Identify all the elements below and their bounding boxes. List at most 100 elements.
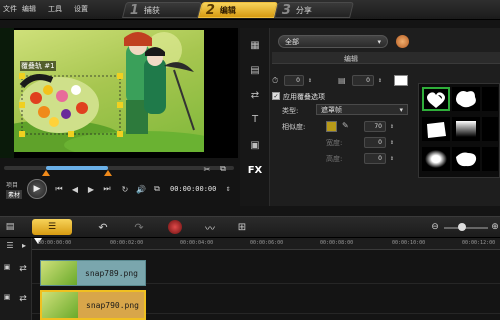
batch-convert-icon[interactable]: ⊞ — [234, 220, 250, 234]
value-field-2[interactable]: 0 — [352, 75, 374, 86]
mark-in-handle[interactable] — [42, 170, 50, 176]
heart-mask-icon — [427, 92, 445, 108]
tab-edit[interactable]: 编辑 — [344, 54, 358, 64]
title-icon[interactable]: T — [246, 112, 264, 126]
scissors-icon[interactable]: ✂ — [202, 164, 212, 174]
media-icon[interactable]: ▦ — [246, 38, 264, 52]
preview-illustration — [14, 32, 204, 152]
step-tab-capture[interactable]: 1 捕获 — [122, 2, 202, 18]
chapter-icon[interactable]: ▸ — [18, 240, 30, 250]
type-value: 遮罩帧 — [321, 105, 342, 114]
paint-palette-icon[interactable] — [168, 220, 182, 234]
value-1: 0 — [296, 77, 300, 84]
border-icon: ▤ — [338, 76, 346, 85]
library-options-icon[interactable] — [396, 35, 409, 48]
step-forward-icon[interactable]: ▶ — [86, 184, 96, 194]
storyboard-view-button[interactable]: ☰ — [32, 219, 72, 235]
mask-brush[interactable] — [452, 147, 480, 171]
preview-image — [14, 30, 204, 152]
category-dropdown[interactable]: 全部 ▾ — [278, 35, 388, 48]
eyedropper-icon[interactable]: ✎ — [342, 121, 349, 130]
filter-icon[interactable]: FX — [246, 163, 264, 177]
type-label: 类型: — [282, 107, 299, 115]
timecode-display[interactable]: 00:00:00:00 — [170, 185, 216, 193]
chevron-down-icon: ▾ — [377, 37, 381, 46]
step-number: 2 — [206, 2, 216, 18]
apply-overlay-label: 应用覆叠选项 — [283, 93, 325, 101]
similarity-field[interactable]: 70 — [364, 121, 386, 132]
menu-tools[interactable]: 工具 — [48, 4, 62, 14]
apply-overlay-checkbox[interactable]: ✓ — [272, 92, 280, 100]
ruler-tick: 00:00:06:00 — [250, 240, 284, 246]
width-stepper[interactable]: ⇕ — [388, 137, 396, 148]
width-value: 0 — [378, 139, 382, 146]
loop-icon[interactable]: ↻ — [120, 184, 130, 194]
video-track-icon: ⇄ — [19, 264, 27, 274]
menu-edit[interactable]: 编辑 — [22, 4, 36, 14]
instant-project-icon[interactable]: ▤ — [246, 63, 264, 77]
zoom-in-icon[interactable]: ⊕ — [490, 222, 500, 232]
snapshot-icon[interactable]: ⧉ — [152, 184, 162, 194]
audio-mixer-icon[interactable]: 〰 — [202, 220, 218, 235]
undo-icon[interactable]: ↶ — [96, 220, 110, 234]
volume-icon[interactable]: 🔊 — [136, 184, 146, 194]
splash-mask-icon — [456, 91, 476, 108]
timecode-stepper[interactable]: ⇕ — [224, 182, 232, 196]
mask-partial[interactable] — [482, 147, 498, 171]
preview-border — [0, 28, 14, 158]
step-tab-share[interactable]: 3 分享 — [274, 2, 354, 18]
mask-oval-glow[interactable] — [422, 147, 450, 171]
value-2-stepper[interactable]: ⇕ — [376, 75, 384, 86]
mask-partial[interactable] — [482, 117, 498, 141]
redo-icon[interactable]: ↷ — [132, 220, 146, 234]
transition-icon[interactable]: ⇄ — [246, 88, 264, 102]
menu-file[interactable]: 文件 — [3, 4, 17, 14]
mask-splash[interactable] — [452, 87, 480, 111]
graphic-icon[interactable]: ▣ — [246, 138, 264, 152]
height-field[interactable]: 0 — [364, 153, 386, 164]
track-visibility-icon[interactable]: ▣ — [2, 262, 12, 272]
timeline-toolbar — [0, 216, 500, 238]
track-manager-icon[interactable]: ☰ — [4, 240, 16, 250]
preview-border — [204, 28, 238, 158]
duration-icon: ⏱ — [272, 76, 279, 85]
zoom-slider[interactable] — [444, 227, 488, 229]
timeline-clip[interactable]: snap789.png — [40, 260, 146, 286]
timeline-view-icon[interactable]: ▤ — [4, 221, 16, 233]
storyboard-icon: ☰ — [47, 222, 57, 232]
check-icon: ✓ — [273, 92, 279, 100]
similarity-color-swatch[interactable] — [326, 121, 337, 132]
category-value: 全部 — [285, 37, 299, 46]
go-start-icon[interactable]: ⏮ — [54, 184, 64, 194]
zoom-out-icon[interactable]: ⊖ — [430, 222, 440, 232]
chevron-down-icon: ▾ — [399, 105, 403, 114]
width-field[interactable]: 0 — [364, 137, 386, 148]
mask-partial[interactable] — [482, 87, 498, 111]
mask-heart[interactable] — [422, 87, 450, 111]
step-label: 编辑 — [220, 5, 237, 15]
height-stepper[interactable]: ⇕ — [388, 153, 396, 164]
play-button[interactable]: ▶ — [27, 179, 47, 199]
border-color-swatch[interactable] — [394, 75, 408, 86]
mark-out-handle[interactable] — [104, 170, 112, 176]
step-back-icon[interactable]: ◀ — [70, 184, 80, 194]
mask-gradient[interactable] — [452, 117, 480, 141]
duplicate-icon[interactable]: ⧉ — [218, 164, 228, 174]
zoom-slider-thumb[interactable] — [458, 223, 466, 231]
similarity-label: 相似度: — [282, 123, 306, 131]
overlay-track-icon: ⇄ — [19, 294, 27, 304]
track-visibility-icon[interactable]: ▣ — [2, 292, 12, 302]
type-select[interactable]: 遮罩帧 ▾ — [316, 104, 408, 115]
scrubber-bar[interactable] — [4, 166, 234, 170]
value-2: 0 — [366, 77, 370, 84]
mode-project[interactable]: 项目 — [6, 180, 18, 189]
value-1-stepper[interactable]: ⇕ — [306, 75, 314, 86]
menu-settings[interactable]: 设置 — [74, 4, 88, 14]
mask-tilted-rect[interactable] — [422, 117, 450, 141]
value-field-1[interactable]: 0 — [284, 75, 304, 86]
step-tab-edit[interactable]: 2 编辑 — [198, 2, 278, 18]
mode-clip[interactable]: 素材 — [6, 190, 23, 199]
go-end-icon[interactable]: ⏭ — [102, 184, 112, 194]
timeline-clip-selected[interactable]: snap790.png — [40, 290, 146, 320]
similarity-stepper[interactable]: ⇕ — [388, 121, 396, 132]
